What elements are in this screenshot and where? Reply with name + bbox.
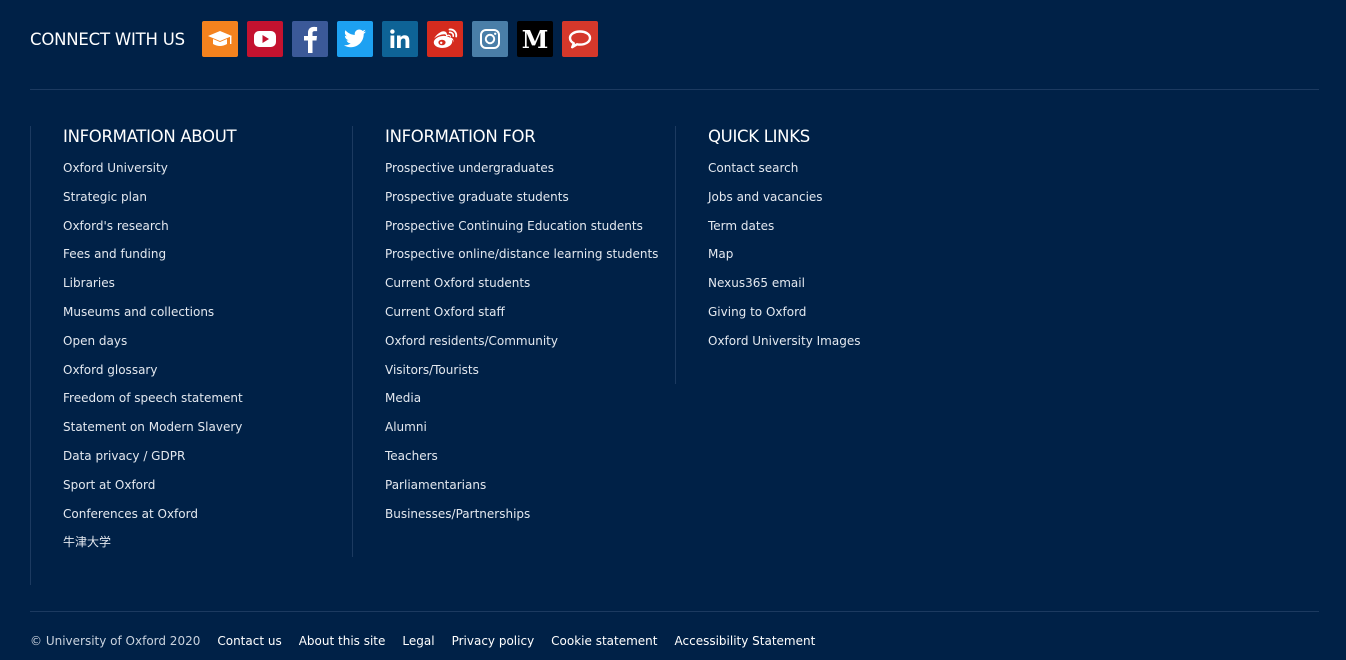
legal-bar: © University of Oxford 2020 Contact us A…: [30, 632, 832, 650]
footer-link[interactable]: Visitors/Tourists: [385, 363, 479, 377]
twitter-icon: [343, 29, 367, 49]
footer-link[interactable]: Oxford University: [63, 161, 168, 175]
footer-link[interactable]: Parliamentarians: [385, 478, 486, 492]
legal-link[interactable]: Legal: [402, 634, 434, 648]
medium-icon: M: [522, 27, 548, 51]
link-list: Oxford University Strategic plan Oxford'…: [63, 153, 352, 556]
social-button-twitter[interactable]: [336, 21, 373, 57]
footer-link[interactable]: Freedom of speech statement: [63, 391, 243, 405]
social-button-instagram[interactable]: [471, 21, 508, 57]
footer-link[interactable]: Nexus365 email: [708, 276, 805, 290]
social-button-weibo[interactable]: [426, 21, 463, 57]
footer-link[interactable]: Current Oxford staff: [385, 305, 505, 319]
copyright-text: © University of Oxford 2020: [30, 634, 201, 648]
facebook-icon: [302, 25, 318, 53]
connect-title: CONNECT WITH US: [30, 29, 185, 49]
footer-link[interactable]: Contact search: [708, 161, 798, 175]
column-information-about: INFORMATION ABOUT Oxford University Stra…: [30, 126, 352, 585]
footer-link[interactable]: Teachers: [385, 449, 438, 463]
footer-link[interactable]: Jobs and vacancies: [708, 190, 823, 204]
footer-link[interactable]: Strategic plan: [63, 190, 147, 204]
footer-link[interactable]: Term dates: [708, 219, 774, 233]
footer-link[interactable]: Prospective undergraduates: [385, 161, 554, 175]
social-button-medium[interactable]: M: [516, 21, 553, 57]
connect-section: CONNECT WITH US M: [30, 21, 598, 57]
accessibility-statement-link[interactable]: Accessibility Statement: [675, 634, 816, 648]
footer-link[interactable]: Libraries: [63, 276, 115, 290]
bottom-divider: [30, 611, 1319, 612]
weibo-icon: [432, 28, 458, 50]
link-list: Prospective undergraduates Prospective g…: [385, 153, 675, 527]
footer-link[interactable]: Prospective online/distance learning stu…: [385, 247, 658, 261]
column-information-for: INFORMATION FOR Prospective undergraduat…: [352, 126, 675, 557]
instagram-icon: [479, 28, 501, 50]
social-button-podcasts[interactable]: [201, 21, 238, 57]
site-footer: CONNECT WITH US M INFORMATION ABOUT Oxfo…: [0, 0, 1346, 660]
footer-link[interactable]: Oxford University Images: [708, 334, 860, 348]
footer-link[interactable]: Media: [385, 391, 421, 405]
social-button-chat[interactable]: [561, 21, 598, 57]
footer-link[interactable]: 牛津大学: [63, 535, 111, 549]
column-heading: INFORMATION ABOUT: [63, 127, 237, 146]
footer-link[interactable]: Giving to Oxford: [708, 305, 806, 319]
column-heading: INFORMATION FOR: [385, 127, 536, 146]
footer-link[interactable]: Fees and funding: [63, 247, 166, 261]
social-button-linkedin[interactable]: [381, 21, 418, 57]
mortarboard-icon: [207, 29, 233, 49]
linkedin-icon: [389, 29, 411, 49]
footer-link[interactable]: Conferences at Oxford: [63, 507, 198, 521]
about-site-link[interactable]: About this site: [299, 634, 386, 648]
footer-link[interactable]: Statement on Modern Slavery: [63, 420, 242, 434]
privacy-policy-link[interactable]: Privacy policy: [452, 634, 535, 648]
footer-link[interactable]: Map: [708, 247, 733, 261]
svg-text:M: M: [522, 27, 548, 51]
social-button-youtube[interactable]: [246, 21, 283, 57]
footer-link[interactable]: Open days: [63, 334, 127, 348]
social-icons: M: [201, 21, 598, 57]
column-quick-links: QUICK LINKS Contact search Jobs and vaca…: [675, 126, 998, 384]
link-list: Contact search Jobs and vacancies Term d…: [708, 153, 998, 355]
top-divider: [30, 89, 1319, 90]
contact-us-link[interactable]: Contact us: [217, 634, 281, 648]
cookie-statement-link[interactable]: Cookie statement: [551, 634, 657, 648]
footer-link[interactable]: Current Oxford students: [385, 276, 530, 290]
footer-link[interactable]: Sport at Oxford: [63, 478, 155, 492]
footer-link[interactable]: Alumni: [385, 420, 427, 434]
footer-link[interactable]: Oxford residents/Community: [385, 334, 558, 348]
social-button-facebook[interactable]: [291, 21, 328, 57]
footer-link[interactable]: Businesses/Partnerships: [385, 507, 530, 521]
speech-bubble-icon: [567, 29, 593, 49]
footer-link[interactable]: Prospective Continuing Education student…: [385, 219, 643, 233]
footer-link[interactable]: Oxford glossary: [63, 363, 157, 377]
youtube-icon: [253, 30, 277, 48]
footer-link[interactable]: Prospective graduate students: [385, 190, 569, 204]
footer-link[interactable]: Data privacy / GDPR: [63, 449, 185, 463]
footer-link[interactable]: Oxford's research: [63, 219, 169, 233]
column-heading: QUICK LINKS: [708, 127, 810, 146]
footer-link[interactable]: Museums and collections: [63, 305, 214, 319]
